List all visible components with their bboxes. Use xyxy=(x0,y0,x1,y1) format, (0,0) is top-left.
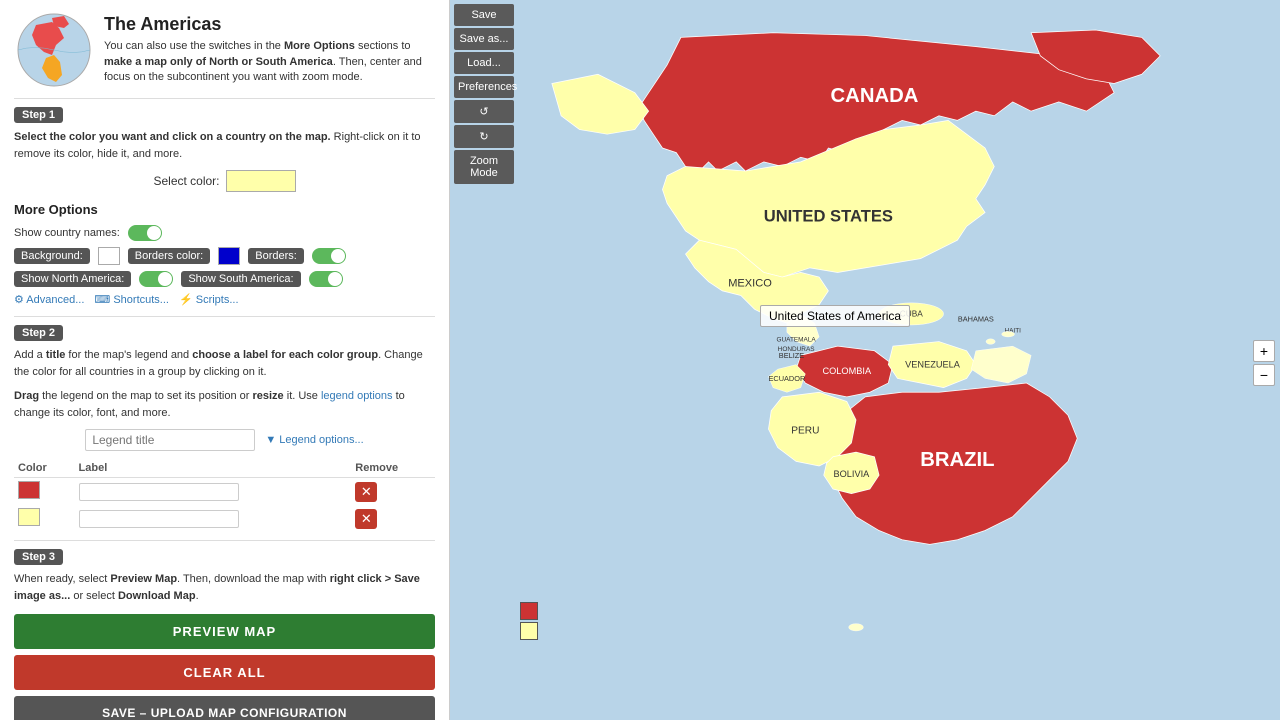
undo-button[interactable]: ↺ xyxy=(454,100,514,123)
save-map-button[interactable]: Save xyxy=(454,4,514,26)
legend-item-red xyxy=(520,602,538,620)
col-header-color: Color xyxy=(14,459,75,478)
americas-map-svg[interactable]: CANADA UNITED STATES MEXICO CUBA COLOMBI… xyxy=(515,0,1280,720)
legend-title-input[interactable] xyxy=(85,429,255,451)
color-row-remove-button[interactable]: ✕ xyxy=(355,482,377,502)
step3-badge: Step 3 xyxy=(14,549,63,565)
col-header-remove: Remove xyxy=(351,459,435,478)
background-row: Background: Borders color: Borders: xyxy=(14,247,435,265)
peru-label: PERU xyxy=(791,426,819,437)
usa-label: UNITED STATES xyxy=(764,207,893,226)
zoom-out-button[interactable]: − xyxy=(1253,364,1275,386)
scripts-link[interactable]: ⚡ Scripts... xyxy=(179,293,239,306)
step2-section: Step 2 Add a title for the map's legend … xyxy=(14,325,435,532)
legend-options-link[interactable]: ▼ Legend options... xyxy=(265,434,363,446)
color-row-remove-button[interactable]: ✕ xyxy=(355,509,377,529)
show-country-names-label: Show country names: xyxy=(14,227,120,239)
redo-button[interactable]: ↻ xyxy=(454,125,514,148)
canada-label: CANADA xyxy=(831,85,919,107)
col-header-label: Label xyxy=(75,459,352,478)
color-table: Color Label Remove ✕ ✕ xyxy=(14,459,435,532)
ecuador-label: ECUADOR xyxy=(768,374,805,383)
load-map-button[interactable]: Load... xyxy=(454,52,514,74)
legend-options-inline-link[interactable]: legend options xyxy=(321,390,393,402)
clear-all-button[interactable]: CLEAR ALL xyxy=(14,655,435,690)
more-options-title: More Options xyxy=(14,202,435,217)
background-color-swatch[interactable] xyxy=(98,247,120,265)
borders-btn[interactable]: Borders: xyxy=(248,248,304,264)
color-row-swatch[interactable] xyxy=(18,508,40,526)
colombia-label: COLOMBIA xyxy=(823,366,872,376)
borders-color-btn[interactable]: Borders color: xyxy=(128,248,210,264)
preferences-button[interactable]: Preferences xyxy=(454,76,514,98)
show-country-names-row: Show country names: xyxy=(14,225,435,241)
select-color-label: Select color: xyxy=(153,174,219,188)
zoom-in-button[interactable]: + xyxy=(1253,340,1275,362)
honduras-label: HONDURAS xyxy=(778,346,815,353)
legend-item-yellow xyxy=(520,622,538,640)
preview-map-button[interactable]: PREVIEW MAP xyxy=(14,614,435,649)
show-south-america-btn[interactable]: Show South America: xyxy=(181,271,300,287)
step1-badge: Step 1 xyxy=(14,107,63,123)
left-panel: The Americas You can also use the switch… xyxy=(0,0,450,720)
borders-color-swatch[interactable] xyxy=(218,247,240,265)
select-color-row: Select color: xyxy=(14,170,435,192)
color-row-label-input[interactable] xyxy=(79,483,239,501)
page-title: The Americas xyxy=(104,14,435,35)
color-table-row: ✕ xyxy=(14,505,435,532)
step2-desc: Add a title for the map's legend and cho… xyxy=(14,347,435,380)
zoom-controls: + − xyxy=(1253,340,1275,386)
show-country-names-toggle[interactable] xyxy=(128,225,162,241)
guatemala-label: GUATEMALA xyxy=(776,337,816,344)
bolivia-label: BOLIVIA xyxy=(834,469,871,479)
header-row: The Americas You can also use the switch… xyxy=(14,10,435,90)
south-america-toggle[interactable] xyxy=(309,271,343,287)
americas-row: Show North America: Show South America: xyxy=(14,271,435,287)
background-btn[interactable]: Background: xyxy=(14,248,90,264)
save-upload-button[interactable]: SAVE – UPLOAD MAP CONFIGURATION xyxy=(14,696,435,720)
legend-title-row: ▼ Legend options... xyxy=(14,429,435,451)
bahamas-label: BAHAMAS xyxy=(958,314,994,323)
map-sidebar: Save Save as... Load... Preferences ↺ ↻ … xyxy=(450,0,518,188)
advanced-link[interactable]: ⚙ Advanced... xyxy=(14,293,84,306)
more-options-section: More Options Show country names: Backgro… xyxy=(14,202,435,306)
mexico-label: MEXICO xyxy=(728,277,772,289)
step2-drag-desc: Drag the legend on the map to set its po… xyxy=(14,388,435,421)
north-america-toggle[interactable] xyxy=(139,271,173,287)
globe-icon xyxy=(14,10,94,90)
borders-toggle[interactable] xyxy=(312,248,346,264)
map-panel: Save Save as... Load... Preferences ↺ ↻ … xyxy=(450,0,1280,720)
save-as-map-button[interactable]: Save as... xyxy=(454,28,514,50)
header-description: You can also use the switches in the Mor… xyxy=(104,39,435,85)
header-text: The Americas You can also use the switch… xyxy=(104,14,435,85)
step1-desc: Select the color you want and click on a… xyxy=(14,129,435,162)
step2-badge: Step 2 xyxy=(14,325,63,341)
links-row: ⚙ Advanced... ⌨ Shortcuts... ⚡ Scripts..… xyxy=(14,293,435,306)
show-north-america-btn[interactable]: Show North America: xyxy=(14,271,131,287)
color-row-swatch[interactable] xyxy=(18,481,40,499)
step1-section: Step 1 Select the color you want and cli… xyxy=(14,107,435,192)
shortcuts-link[interactable]: ⌨ Shortcuts... xyxy=(94,293,169,306)
cuba-label: CUBA xyxy=(900,309,923,319)
color-table-row: ✕ xyxy=(14,478,435,506)
zoom-mode-button[interactable]: Zoom Mode xyxy=(454,150,514,184)
color-picker[interactable] xyxy=(226,170,296,192)
step3-section: Step 3 When ready, select Preview Map. T… xyxy=(14,549,435,720)
step3-desc: When ready, select Preview Map. Then, do… xyxy=(14,571,435,604)
map-legend xyxy=(520,602,538,640)
brazil-label: BRAZIL xyxy=(920,449,994,471)
venezuela-label: VENEZUELA xyxy=(905,359,961,369)
color-row-label-input[interactable] xyxy=(79,510,239,528)
